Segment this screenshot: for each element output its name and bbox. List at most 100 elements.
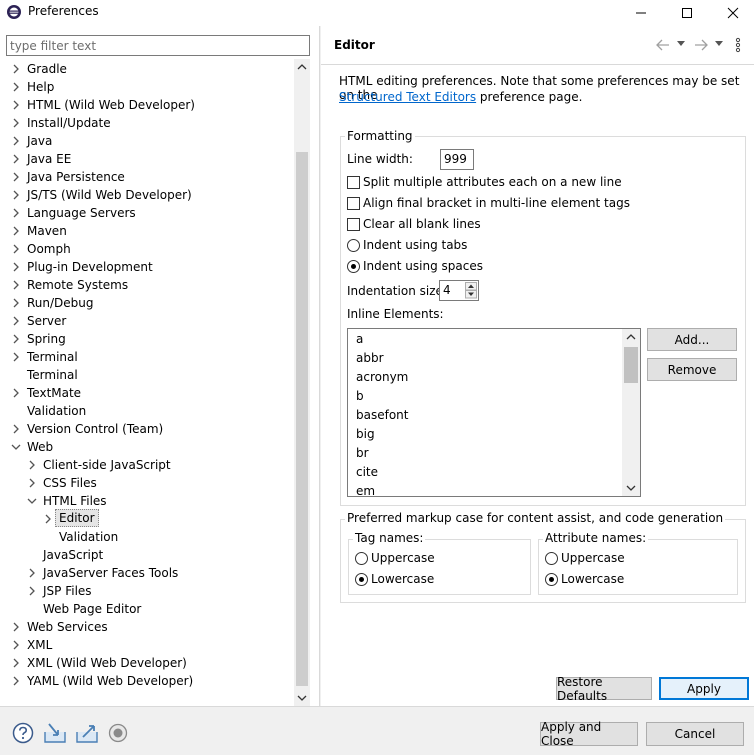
tree-item[interactable]: Plug-in Development [0,258,294,276]
list-item[interactable]: basefont [356,406,408,425]
chevron-right-icon[interactable] [11,172,21,182]
tree-item[interactable]: Remote Systems [0,276,294,294]
chevron-right-icon[interactable] [11,226,21,236]
tree-item[interactable]: Language Servers [0,204,294,222]
tree-item[interactable]: Terminal [0,366,294,384]
split-attributes-checkbox[interactable] [347,176,360,189]
chevron-right-icon[interactable] [27,568,37,578]
list-item[interactable]: acronym [356,368,408,387]
tree-item[interactable]: Validation [0,528,294,546]
chevron-right-icon[interactable] [11,64,21,74]
tree-item[interactable]: Client-side JavaScript [0,456,294,474]
tree-item[interactable]: Java Persistence [0,168,294,186]
remove-button[interactable]: Remove [647,358,737,381]
chevron-right-icon[interactable] [11,316,21,326]
tree-item[interactable]: HTML Files [0,492,294,510]
clear-blank-lines-checkbox[interactable] [347,218,360,231]
list-item[interactable]: cite [356,463,378,482]
tree-scroll-thumb[interactable] [296,152,308,686]
indentation-size-spinner[interactable]: 4 [439,280,479,301]
list-item[interactable]: a [356,330,363,349]
chevron-right-icon[interactable] [11,658,21,668]
chevron-right-icon[interactable] [27,478,37,488]
maximize-button[interactable] [664,0,710,26]
attr-lowercase-radio[interactable] [545,573,558,586]
line-width-field[interactable]: 999 [440,149,474,170]
back-dropdown-icon[interactable] [677,41,685,47]
record-icon[interactable] [108,723,128,743]
chevron-right-icon[interactable] [43,514,53,524]
view-menu-icon[interactable] [735,37,741,53]
chevron-right-icon[interactable] [11,190,21,200]
chevron-right-icon[interactable] [27,586,37,596]
tree-item[interactable]: JavaServer Faces Tools [0,564,294,582]
chevron-right-icon[interactable] [11,334,21,344]
cancel-button[interactable]: Cancel [646,722,744,746]
tree-item[interactable]: XML (Wild Web Developer) [0,654,294,672]
tree-item[interactable]: Web Services [0,618,294,636]
attr-uppercase-radio[interactable] [545,552,558,565]
tag-uppercase-radio[interactable] [355,552,368,565]
list-item[interactable]: br [356,444,369,463]
forward-dropdown-icon[interactable] [715,41,723,47]
tree-item[interactable]: CSS Files [0,474,294,492]
help-icon[interactable] [12,722,34,744]
chevron-down-icon[interactable] [27,496,37,506]
chevron-right-icon[interactable] [11,676,21,686]
minimize-button[interactable] [618,0,664,26]
chevron-right-icon[interactable] [11,136,21,146]
tree-item[interactable]: HTML (Wild Web Developer) [0,96,294,114]
tree-item[interactable]: TextMate [0,384,294,402]
chevron-right-icon[interactable] [11,298,21,308]
close-button[interactable] [710,0,754,26]
tree-item[interactable]: Maven [0,222,294,240]
chevron-right-icon[interactable] [27,460,37,470]
tree-item[interactable]: Terminal [0,348,294,366]
tree-item[interactable]: Java [0,132,294,150]
tree-item[interactable]: Spring [0,330,294,348]
tree-item[interactable]: JSP Files [0,582,294,600]
structured-text-editors-link[interactable]: Structured Text Editors [339,90,476,104]
chevron-right-icon[interactable] [11,352,21,362]
chevron-right-icon[interactable] [11,208,21,218]
list-item[interactable]: big [356,425,375,444]
chevron-right-icon[interactable] [11,622,21,632]
tree-item[interactable]: Java EE [0,150,294,168]
tree-item[interactable]: JavaScript [0,546,294,564]
tree-item[interactable]: Install/Update [0,114,294,132]
indent-tabs-radio[interactable] [347,239,360,252]
tree-item[interactable]: XML [0,636,294,654]
scroll-down-icon[interactable] [626,484,636,492]
chevron-right-icon[interactable] [11,424,21,434]
chevron-right-icon[interactable] [11,262,21,272]
tree-item[interactable]: Web Page Editor [0,600,294,618]
apply-button[interactable]: Apply [659,677,749,700]
chevron-right-icon[interactable] [11,640,21,650]
tree-item[interactable]: Oomph [0,240,294,258]
scroll-down-icon[interactable] [297,694,307,702]
chevron-down-icon[interactable] [11,442,21,452]
tree-item[interactable]: Editor [0,509,294,528]
tag-lowercase-radio[interactable] [355,573,368,586]
indent-spaces-radio[interactable] [347,260,360,273]
align-bracket-checkbox[interactable] [347,197,360,210]
tree-item[interactable]: Web [0,438,294,456]
chevron-right-icon[interactable] [11,100,21,110]
chevron-right-icon[interactable] [11,388,21,398]
chevron-right-icon[interactable] [11,280,21,290]
tree-item[interactable]: Server [0,312,294,330]
restore-defaults-button[interactable]: Restore Defaults [556,675,652,703]
forward-arrow-icon[interactable] [693,38,709,52]
chevron-right-icon[interactable] [11,244,21,254]
tree-item[interactable]: Gradle [0,60,294,78]
apply-and-close-button[interactable]: Apply and Close [540,720,638,748]
back-arrow-icon[interactable] [655,38,671,52]
tree-item[interactable]: JS/TS (Wild Web Developer) [0,186,294,204]
scroll-up-icon[interactable] [297,63,307,71]
tree-item[interactable]: Help [0,78,294,96]
inline-elements-list[interactable]: a abbr acronym b basefont big br cite em [347,328,641,497]
tree-item[interactable]: Run/Debug [0,294,294,312]
list-item[interactable]: abbr [356,349,384,368]
inline-list-scroll-thumb[interactable] [624,347,638,383]
tree-item[interactable]: YAML (Wild Web Developer) [0,672,294,690]
